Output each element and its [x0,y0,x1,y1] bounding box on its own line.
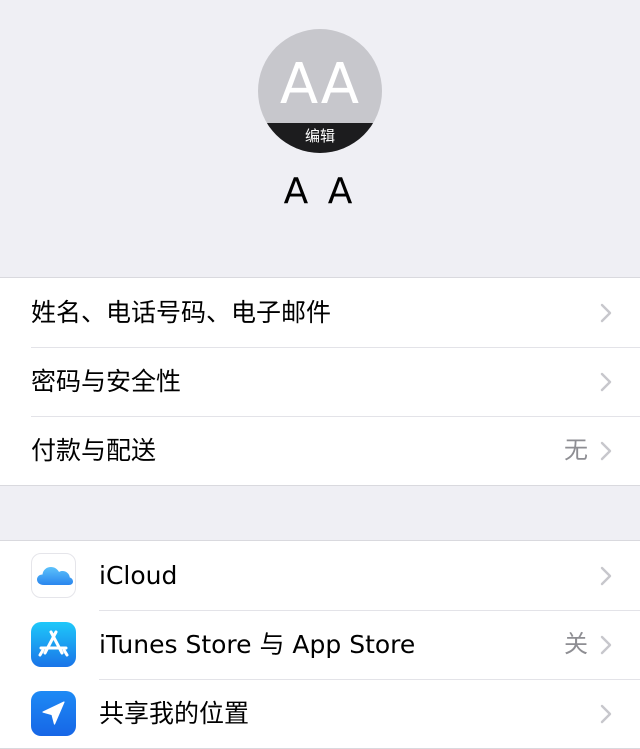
row-itunes-app-store[interactable]: iTunes Store 与 App Store 关 [0,610,640,679]
profile-header: AA 编辑 A A [0,0,640,277]
app-store-icon [31,622,76,667]
row-value: 无 [564,436,588,464]
account-settings-group: 姓名、电话号码、电子邮件 密码与安全性 付款与配送 无 [0,277,640,486]
chevron-right-icon [600,704,612,724]
profile-name: A A [283,171,357,212]
row-value: 关 [564,630,588,658]
chevron-right-icon [600,303,612,323]
chevron-right-icon [600,566,612,586]
avatar[interactable]: AA 编辑 [258,29,382,153]
row-label: 共享我的位置 [99,699,250,728]
chevron-right-icon [600,635,612,655]
icloud-icon [31,553,76,598]
services-group: iCloud iTunes Store 与 App Store 关 共享我的位置 [0,540,640,749]
row-password-security[interactable]: 密码与安全性 [0,347,640,416]
row-label: 密码与安全性 [31,367,182,396]
chevron-right-icon [600,441,612,461]
row-name-phone-email[interactable]: 姓名、电话号码、电子邮件 [0,278,640,347]
location-arrow-icon [31,691,76,736]
row-icloud[interactable]: iCloud [0,541,640,610]
row-share-my-location[interactable]: 共享我的位置 [0,679,640,748]
avatar-initials: AA [279,52,361,117]
chevron-right-icon [600,372,612,392]
row-label: 姓名、电话号码、电子邮件 [31,298,332,327]
row-label: 付款与配送 [31,436,157,465]
avatar-edit-label[interactable]: 编辑 [258,123,382,153]
row-label: iCloud [99,561,178,590]
row-payment-shipping[interactable]: 付款与配送 无 [0,416,640,485]
row-label: iTunes Store 与 App Store [99,630,416,659]
